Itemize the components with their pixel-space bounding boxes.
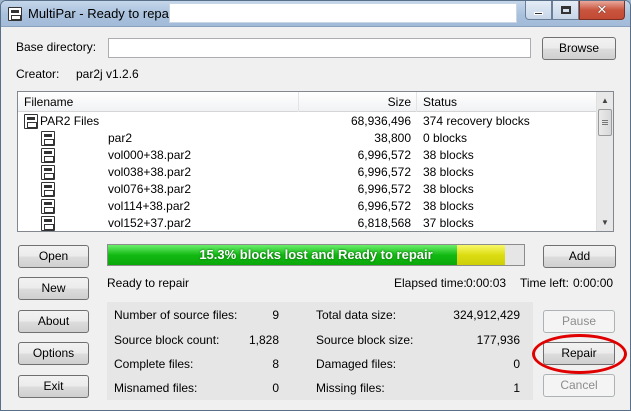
- file-row[interactable]: par2 38,800 0 blocks: [18, 130, 598, 147]
- filename-column-header[interactable]: Filename: [18, 92, 299, 112]
- file-size: 6,818,568: [357, 216, 411, 230]
- base-directory-input[interactable]: [108, 38, 531, 58]
- scroll-up-arrow-icon[interactable]: ▲: [597, 92, 613, 109]
- close-button[interactable]: ✕: [579, 1, 625, 20]
- file-name: vol152+37.par2: [108, 216, 192, 230]
- file-size: 6,996,572: [357, 165, 411, 179]
- add-button[interactable]: Add: [543, 245, 616, 268]
- exit-button[interactable]: Exit: [18, 375, 89, 398]
- source-block-count-value: 1,828: [248, 333, 279, 347]
- multipar-app-icon: [8, 7, 22, 21]
- minimize-button[interactable]: [525, 1, 552, 20]
- pause-button[interactable]: Pause: [543, 310, 615, 333]
- title-bar[interactable]: MultiPar - Ready to repair ✕: [1, 1, 630, 27]
- progress-text: 15.3% blocks lost and Ready to repair: [199, 247, 433, 262]
- maximize-icon: [560, 6, 571, 14]
- file-size: 6,996,572: [357, 199, 411, 213]
- window-title: MultiPar - Ready to repair: [28, 6, 177, 21]
- par2-file-icon: [41, 199, 55, 214]
- file-status: 374 recovery blocks: [423, 114, 530, 128]
- file-row[interactable]: vol114+38.par2 6,996,572 38 blocks: [18, 198, 598, 215]
- multipar-window: MultiPar - Ready to repair ✕ Base direct…: [0, 0, 631, 411]
- base-directory-label: Base directory:: [16, 40, 97, 54]
- creator-label: Creator:: [16, 67, 60, 81]
- elapsed-time-value: 0:00:03: [466, 276, 507, 290]
- caption-buttons: ✕: [525, 1, 625, 21]
- file-status: 38 blocks: [423, 165, 474, 179]
- elapsed-time-label: Elapsed time:: [394, 276, 467, 290]
- repair-progress-bar: 15.3% blocks lost and Ready to repair: [107, 244, 525, 266]
- file-status: 38 blocks: [423, 182, 474, 196]
- file-list-scrollbar[interactable]: ▲ ▼: [596, 92, 613, 231]
- par2-file-icon: [41, 131, 55, 146]
- damaged-files-value: 0: [513, 357, 520, 371]
- time-left-label: Time left:: [520, 276, 569, 290]
- close-icon: ✕: [596, 2, 608, 18]
- file-status: 37 blocks: [423, 216, 474, 230]
- file-status: 0 blocks: [423, 131, 468, 145]
- cancel-button[interactable]: Cancel: [543, 374, 615, 397]
- options-button[interactable]: Options: [18, 342, 89, 365]
- file-group-row[interactable]: PAR2 Files 68,936,496 374 recovery blocks: [18, 113, 598, 130]
- par2-file-icon: [41, 165, 55, 180]
- damaged-files-label: Damaged files:: [316, 357, 397, 371]
- complete-files-value: 8: [272, 357, 279, 371]
- file-size: 6,996,572: [357, 182, 411, 196]
- file-name: vol076+38.par2: [108, 182, 192, 196]
- complete-files-label: Complete files:: [114, 357, 194, 371]
- file-name: vol000+38.par2: [108, 148, 192, 162]
- minimize-icon: [534, 11, 543, 15]
- file-name: vol114+38.par2: [108, 199, 191, 213]
- file-list[interactable]: Filename Size Status PAR2 Files 68,936,49…: [17, 91, 614, 232]
- browse-button[interactable]: Browse: [542, 37, 616, 60]
- file-row[interactable]: vol000+38.par2 6,996,572 38 blocks: [18, 147, 598, 164]
- missing-files-label: Missing files:: [316, 381, 385, 395]
- creator-value: par2j v1.2.6: [76, 67, 139, 81]
- file-row[interactable]: vol076+38.par2 6,996,572 38 blocks: [18, 181, 598, 198]
- open-button[interactable]: Open: [18, 245, 89, 268]
- par2-file-icon: [41, 148, 55, 163]
- total-data-size-label: Total data size:: [316, 308, 397, 322]
- par2-file-icon: [41, 216, 55, 231]
- scroll-down-arrow-icon[interactable]: ▼: [597, 214, 613, 231]
- size-column-header[interactable]: Size: [299, 92, 417, 112]
- par2-file-icon: [41, 182, 55, 197]
- status-message: Ready to repair: [107, 276, 190, 290]
- file-name: par2: [108, 131, 133, 145]
- source-block-size-value: 177,936: [476, 333, 520, 347]
- file-size: 38,800: [374, 131, 411, 145]
- time-left-value: 0:00:00: [573, 276, 614, 290]
- statistics-panel: Number of source files: 9 Source block c…: [107, 302, 533, 400]
- repair-button[interactable]: Repair: [543, 342, 615, 365]
- misnamed-files-label: Misnamed files:: [114, 381, 198, 395]
- source-files-label: Number of source files:: [114, 308, 238, 322]
- source-block-size-label: Source block size:: [316, 333, 414, 347]
- file-list-header: Filename Size Status: [18, 92, 598, 112]
- misnamed-files-value: 0: [272, 381, 279, 395]
- file-row[interactable]: vol038+38.par2 6,996,572 38 blocks: [18, 164, 598, 181]
- title-bar-blank-area: [169, 3, 517, 23]
- file-size: 6,996,572: [357, 148, 411, 162]
- file-row[interactable]: vol152+37.par2 6,818,568 37 blocks: [18, 215, 598, 231]
- total-data-size-value: 324,912,429: [453, 308, 520, 322]
- file-size: 68,936,496: [350, 114, 411, 128]
- source-block-count-label: Source block count:: [114, 333, 220, 347]
- maximize-button[interactable]: [552, 1, 579, 20]
- missing-files-value: 1: [513, 381, 520, 395]
- about-button[interactable]: About: [18, 310, 89, 333]
- file-name: PAR2 Files: [40, 114, 100, 128]
- new-button[interactable]: New: [18, 277, 89, 300]
- par2-group-icon: [24, 114, 38, 129]
- file-status: 38 blocks: [423, 148, 474, 162]
- file-name: vol038+38.par2: [108, 165, 192, 179]
- status-column-header[interactable]: Status: [417, 92, 598, 112]
- source-files-value: 9: [272, 308, 279, 322]
- file-status: 38 blocks: [423, 199, 474, 213]
- scroll-thumb[interactable]: [598, 109, 612, 136]
